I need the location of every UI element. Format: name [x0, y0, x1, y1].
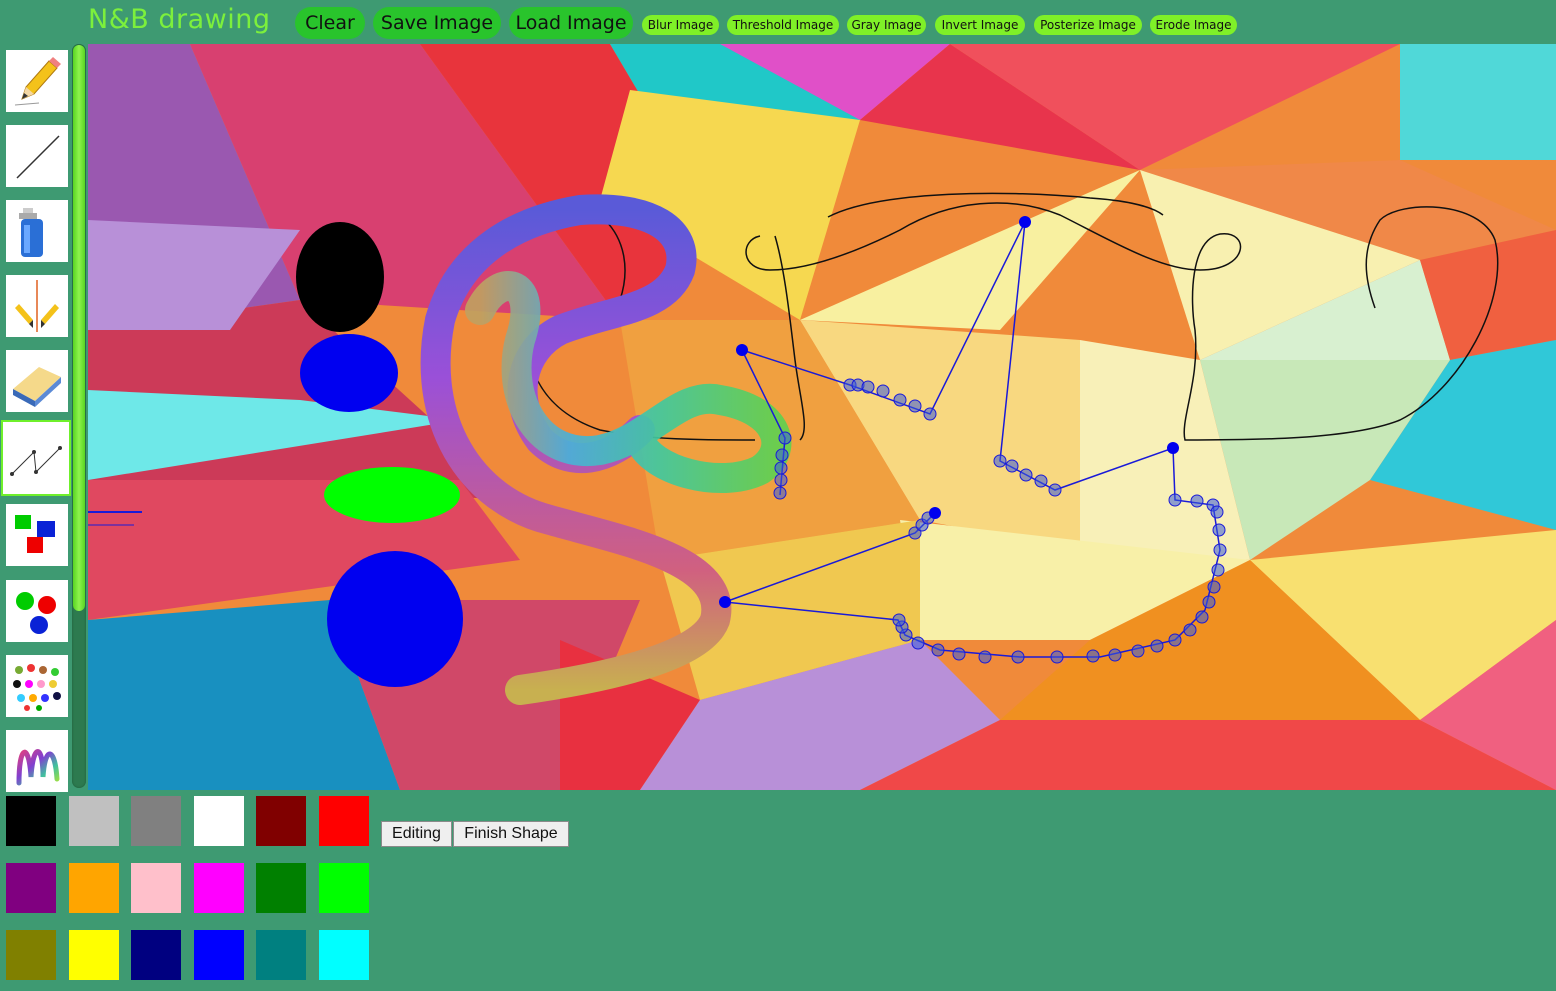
- color-swatch[interactable]: [131, 930, 181, 980]
- drawing-canvas[interactable]: [88, 44, 1556, 790]
- color-swatch[interactable]: [6, 930, 56, 980]
- color-swatch[interactable]: [319, 796, 369, 846]
- tool-scroll-thumb[interactable]: [73, 45, 85, 611]
- finish-shape-button[interactable]: Finish Shape: [453, 821, 569, 847]
- color-swatch[interactable]: [6, 863, 56, 913]
- gradient-brush-icon: [16, 749, 60, 786]
- vertex-shape-icon: [10, 446, 62, 476]
- line-icon: [16, 135, 60, 179]
- canvas-drawing: [88, 44, 1556, 790]
- app-title: N&B drawing: [88, 4, 271, 35]
- mirror-pencil-tool[interactable]: [6, 275, 68, 337]
- color-swatch[interactable]: [319, 863, 369, 913]
- color-swatch[interactable]: [256, 863, 306, 913]
- color-swatch[interactable]: [256, 930, 306, 980]
- eraser-tool[interactable]: [6, 350, 68, 412]
- mirror-pencil-icon: [15, 280, 59, 332]
- color-swatch[interactable]: [256, 796, 306, 846]
- tool-scrollbar[interactable]: [72, 44, 86, 788]
- stars-icon: [13, 664, 61, 711]
- color-swatch[interactable]: [69, 930, 119, 980]
- color-swatch[interactable]: [194, 796, 244, 846]
- clear-button[interactable]: Clear: [295, 7, 365, 39]
- circle-tool[interactable]: [6, 580, 68, 642]
- color-swatch[interactable]: [131, 863, 181, 913]
- vertex-shape-tool[interactable]: [1, 420, 71, 496]
- blur-image-button[interactable]: Blur Image: [642, 15, 719, 35]
- pencil-tool[interactable]: [6, 50, 68, 112]
- color-swatch[interactable]: [6, 796, 56, 846]
- rectangles-icon: [15, 515, 55, 553]
- gray-image-button[interactable]: Gray Image: [847, 15, 926, 35]
- stamp-tool[interactable]: [6, 655, 68, 717]
- gradient-brush-tool[interactable]: [6, 730, 68, 792]
- color-swatch[interactable]: [194, 863, 244, 913]
- line-tool[interactable]: [6, 125, 68, 187]
- posterize-image-button[interactable]: Posterize Image: [1034, 15, 1142, 35]
- spray-can-icon: [19, 208, 43, 257]
- eraser-icon: [13, 367, 61, 407]
- invert-image-button[interactable]: Invert Image: [935, 15, 1025, 35]
- save-image-button[interactable]: Save Image: [373, 7, 501, 39]
- color-swatch[interactable]: [69, 863, 119, 913]
- color-swatch[interactable]: [319, 930, 369, 980]
- editing-button[interactable]: Editing: [381, 821, 452, 847]
- rectangle-tool[interactable]: [6, 504, 68, 566]
- load-image-button[interactable]: Load Image: [509, 7, 633, 39]
- color-swatch[interactable]: [69, 796, 119, 846]
- erode-image-button[interactable]: Erode Image: [1150, 15, 1237, 35]
- spray-tool[interactable]: [6, 200, 68, 262]
- color-swatch[interactable]: [131, 796, 181, 846]
- threshold-image-button[interactable]: Threshold Image: [727, 15, 839, 35]
- circles-icon: [16, 592, 56, 634]
- color-swatch[interactable]: [194, 930, 244, 980]
- pencil-icon: [14, 57, 61, 106]
